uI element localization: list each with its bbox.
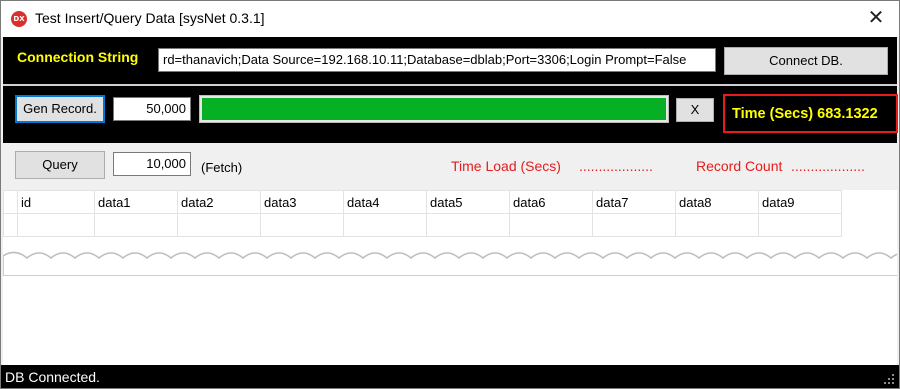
table-cell[interactable] bbox=[758, 213, 842, 237]
panel-divider bbox=[3, 84, 897, 86]
connection-string-label: Connection String bbox=[17, 49, 139, 65]
time-load-label: Time Load (Secs) bbox=[451, 158, 561, 174]
app-icon: DX bbox=[11, 11, 27, 27]
column-header-data7[interactable]: data7 bbox=[592, 190, 676, 214]
grid-header-row: id data1 data2 data3 data4 data5 data6 data7 dat… bbox=[3, 190, 842, 214]
column-header-id[interactable]: id bbox=[17, 190, 95, 214]
data-grid[interactable]: id data1 data2 data3 data4 data5 data6 data7 dat… bbox=[3, 190, 842, 237]
table-cell[interactable] bbox=[675, 213, 759, 237]
connect-db-button[interactable]: Connect DB. bbox=[724, 47, 888, 75]
connection-panel: Connection String rd=thanavich;Data Sour… bbox=[3, 37, 898, 143]
connection-string-input[interactable]: rd=thanavich;Data Source=192.168.10.11;D… bbox=[158, 48, 716, 72]
data-grid-area: id data1 data2 data3 data4 data5 data6 data7 dat… bbox=[3, 190, 897, 365]
table-cell[interactable] bbox=[17, 213, 95, 237]
table-cell[interactable] bbox=[94, 213, 178, 237]
time-secs-label: Time (Secs) 683.1322 bbox=[732, 106, 878, 122]
fetch-count-input[interactable]: 10,000 bbox=[113, 152, 191, 176]
column-header-data5[interactable]: data5 bbox=[426, 190, 510, 214]
time-load-value: ................... bbox=[579, 158, 653, 174]
table-cell[interactable] bbox=[177, 213, 261, 237]
record-count-input[interactable]: 50,000 bbox=[113, 97, 191, 121]
time-secs-box: Time (Secs) 683.1322 bbox=[723, 94, 898, 133]
status-bar: DB Connected. bbox=[1, 365, 899, 388]
column-header-data8[interactable]: data8 bbox=[675, 190, 759, 214]
table-row[interactable] bbox=[3, 213, 842, 237]
insert-progress-bar bbox=[199, 95, 669, 123]
row-indicator-header bbox=[3, 190, 18, 214]
status-text: DB Connected. bbox=[5, 369, 100, 385]
column-header-data1[interactable]: data1 bbox=[94, 190, 178, 214]
cancel-button[interactable]: X bbox=[676, 98, 714, 122]
column-header-data4[interactable]: data4 bbox=[343, 190, 427, 214]
column-header-data6[interactable]: data6 bbox=[509, 190, 593, 214]
main-window: DX Test Insert/Query Data [sysNet 0.3.1]… bbox=[0, 0, 900, 389]
resize-grip-icon[interactable] bbox=[883, 373, 895, 385]
query-button[interactable]: Query bbox=[15, 151, 105, 179]
column-header-data9[interactable]: data9 bbox=[758, 190, 842, 214]
table-cell[interactable] bbox=[426, 213, 510, 237]
title-bar[interactable]: DX Test Insert/Query Data [sysNet 0.3.1]… bbox=[1, 1, 899, 37]
close-icon[interactable]: ✕ bbox=[853, 1, 899, 37]
gen-record-button[interactable]: Gen Record. bbox=[15, 95, 105, 123]
column-header-data3[interactable]: data3 bbox=[260, 190, 344, 214]
record-count-value: ................... bbox=[791, 158, 865, 174]
table-cell[interactable] bbox=[592, 213, 676, 237]
window-title: Test Insert/Query Data [sysNet 0.3.1] bbox=[35, 10, 265, 26]
table-cell[interactable] bbox=[343, 213, 427, 237]
record-count-label: Record Count bbox=[696, 158, 783, 174]
torn-edge-decoration bbox=[3, 251, 897, 276]
fetch-label: (Fetch) bbox=[201, 160, 243, 175]
progress-fill bbox=[202, 98, 666, 120]
table-cell[interactable] bbox=[509, 213, 593, 237]
table-cell[interactable] bbox=[260, 213, 344, 237]
column-header-data2[interactable]: data2 bbox=[177, 190, 261, 214]
row-indicator[interactable] bbox=[3, 213, 18, 237]
